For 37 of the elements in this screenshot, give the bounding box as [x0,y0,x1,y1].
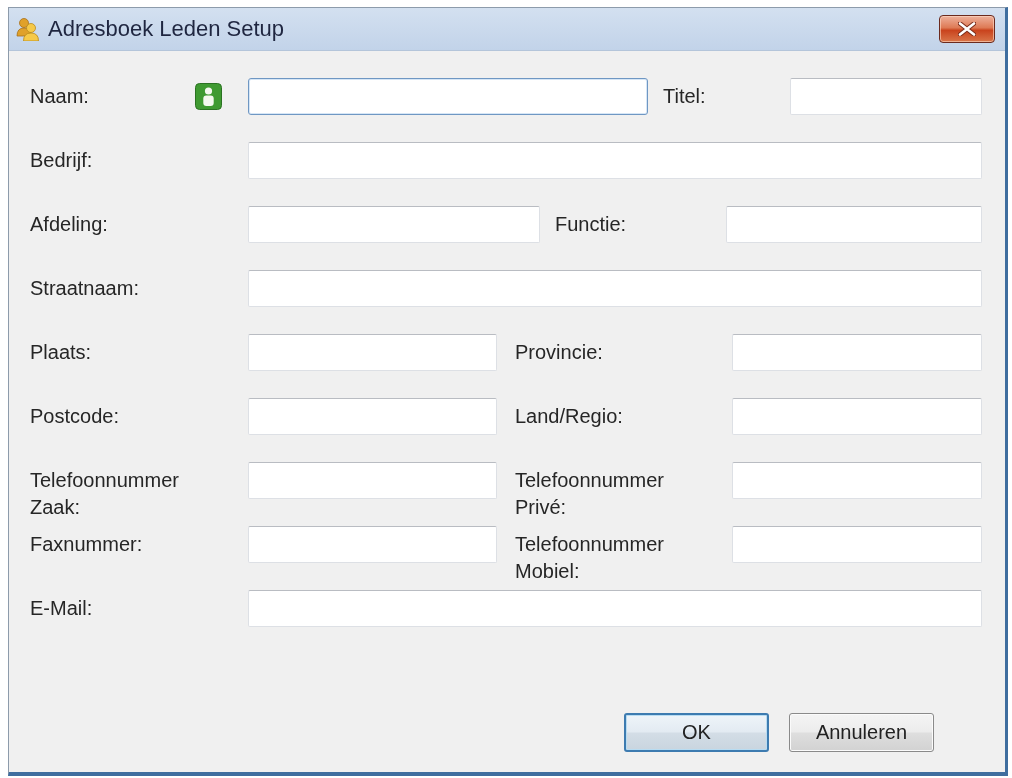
field-label: Afdeling: [30,212,108,237]
text-field[interactable] [732,526,982,563]
text-field[interactable] [248,78,648,115]
text-field[interactable] [248,334,497,371]
field-label: Naam: [30,84,89,109]
field-label: Land/Regio: [515,404,623,429]
text-field[interactable] [248,590,982,627]
field-label: Titel: [663,84,706,109]
person-icon [195,83,222,110]
dialog-button[interactable]: Annuleren [789,713,934,752]
close-icon [958,22,976,36]
field-label: Functie: [555,212,627,237]
text-field[interactable] [248,270,982,307]
text-field[interactable] [732,462,982,499]
text-field[interactable] [732,334,982,371]
close-button[interactable] [939,15,995,43]
field-label: Telefoonnummer Zaak: [30,468,180,520]
field-label: E-Mail: [30,596,93,621]
window-title: Adresboek Leden Setup [48,16,285,42]
text-field[interactable] [248,398,497,435]
field-label: Faxnummer: [30,532,143,557]
dialog-button[interactable]: OK [624,713,769,752]
text-field[interactable] [726,206,982,243]
text-field[interactable] [790,78,982,115]
text-field[interactable] [732,398,982,435]
field-label: Bedrijf: [30,148,93,173]
text-field[interactable] [248,462,497,499]
people-icon [16,17,40,41]
field-label: Postcode: [30,404,119,429]
text-field[interactable] [248,526,497,563]
field-label: Straatnaam: [30,276,139,301]
text-field[interactable] [248,206,540,243]
field-label: Plaats: [30,340,92,365]
field-label: Telefoonnummer Privé: [515,468,665,520]
text-field[interactable] [248,142,982,179]
field-label: Provincie: [515,340,603,365]
field-label: Telefoonnummer Mobiel: [515,532,665,584]
